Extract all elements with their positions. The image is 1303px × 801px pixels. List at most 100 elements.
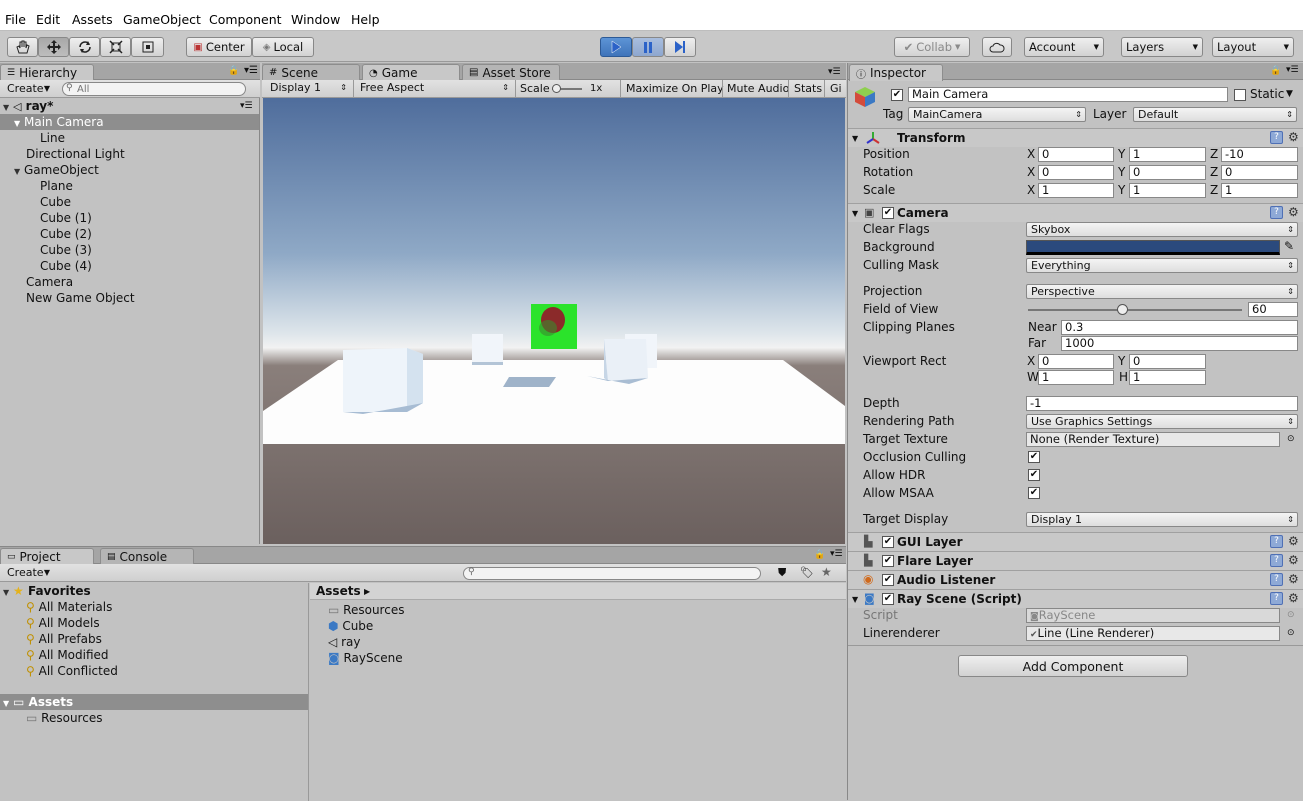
hierarchy-item-cube-2[interactable]: Cube (2) (40, 226, 92, 242)
favorite-star-icon[interactable]: ★ (821, 565, 832, 579)
ray-scene-header[interactable]: ▼ ◙ ✔ Ray Scene (Script) (848, 589, 1303, 608)
tab-project[interactable]: ▭ Project (0, 548, 94, 565)
hierarchy-item-camera[interactable]: Camera (26, 274, 73, 290)
add-component-button[interactable]: Add Component (958, 655, 1188, 677)
collab-dropdown[interactable]: ✔ Collab ▼ (894, 37, 970, 57)
hierarchy-search-input[interactable] (62, 82, 246, 96)
expand-arrow-icon[interactable]: ▼ (852, 131, 858, 146)
hierarchy-create-dropdown[interactable]: Create ▼ (3, 82, 53, 97)
occlusion-culling-checkbox[interactable]: ✔ (1028, 451, 1040, 463)
help-book-icon[interactable]: ? (1270, 554, 1283, 567)
pivot-center-button[interactable]: ▣ Center (186, 37, 252, 57)
scale-z-field[interactable]: 1 (1221, 183, 1298, 198)
hierarchy-item-directional-light[interactable]: Directional Light (26, 146, 125, 162)
gear-icon[interactable]: ⚙ (1288, 553, 1299, 567)
tab-game[interactable]: ◔ Game (362, 64, 460, 81)
viewport-y-field[interactable]: 0 (1129, 354, 1206, 369)
panel-menu-icon[interactable]: ▾☰ (828, 67, 841, 77)
target-display-dropdown[interactable]: Display 1 ⇕ (1026, 512, 1298, 527)
favorite-all-prefabs[interactable]: ⚲ All Prefabs (26, 631, 102, 647)
favorite-all-conflicted[interactable]: ⚲ All Conflicted (26, 663, 118, 679)
clear-flags-dropdown[interactable]: Skybox ⇕ (1026, 222, 1298, 237)
scale-tool-button[interactable] (100, 37, 131, 57)
layout-dropdown[interactable]: Layout ▼ (1212, 37, 1294, 57)
scene-root-row[interactable]: ▼ ◁ ray* ▾☰ (0, 98, 260, 114)
tab-hierarchy[interactable]: ☰ Hierarchy (0, 64, 94, 81)
tab-console[interactable]: ▤ Console (100, 548, 194, 564)
ray-scene-enabled-checkbox[interactable]: ✔ (882, 593, 894, 605)
object-picker-icon[interactable]: ⊙ (1287, 626, 1295, 641)
gui-layer-enabled-checkbox[interactable]: ✔ (882, 536, 894, 548)
lock-icon[interactable]: 🔒 (228, 66, 239, 76)
expand-arrow-icon[interactable]: ▼ (14, 164, 24, 180)
file-cube[interactable]: ⬢ Cube (328, 618, 373, 634)
object-active-checkbox[interactable]: ✔ (891, 89, 903, 101)
far-field[interactable]: 1000 (1061, 336, 1298, 351)
file-ray[interactable]: ◁ ray (328, 634, 360, 650)
hierarchy-item-plane[interactable]: Plane (40, 178, 73, 194)
background-color-swatch[interactable] (1026, 240, 1280, 255)
scale-y-field[interactable]: 1 (1129, 183, 1206, 198)
favorite-all-modified[interactable]: ⚲ All Modified (26, 647, 109, 663)
breadcrumb-assets[interactable]: Assets (316, 584, 361, 599)
hierarchy-item-gameobject[interactable]: ▼ GameObject (14, 162, 99, 178)
position-y-field[interactable]: 1 (1129, 147, 1206, 162)
menu-help[interactable]: Help (351, 12, 380, 27)
rendering-path-dropdown[interactable]: Use Graphics Settings ⇕ (1026, 414, 1298, 429)
filter-type-icon[interactable]: ⛊ (778, 566, 786, 580)
hand-tool-button[interactable] (7, 37, 38, 57)
hierarchy-item-cube[interactable]: Cube (40, 194, 71, 210)
expand-arrow-icon[interactable]: ▼ (852, 592, 858, 607)
scene-menu-icon[interactable]: ▾☰ (240, 98, 253, 114)
expand-arrow-icon[interactable]: ▼ (3, 696, 13, 712)
gizmos-dropdown[interactable]: Gi (830, 81, 844, 96)
hierarchy-item-line[interactable]: Line (40, 130, 65, 146)
panel-menu-icon[interactable]: ▾☰ (1286, 65, 1299, 75)
project-search-input[interactable] (463, 567, 761, 580)
rotation-z-field[interactable]: 0 (1221, 165, 1298, 180)
object-picker-icon[interactable]: ⊙ (1287, 432, 1295, 447)
file-rayscene[interactable]: ◙ RayScene (328, 650, 403, 666)
aspect-dropdown[interactable]: Free Aspect ⇕ (356, 81, 512, 96)
depth-field[interactable]: -1 (1026, 396, 1298, 411)
scale-slider-thumb[interactable] (552, 84, 561, 93)
static-checkbox[interactable] (1234, 89, 1246, 101)
favorite-all-materials[interactable]: ⚲ All Materials (26, 599, 112, 615)
menu-edit[interactable]: Edit (36, 12, 60, 27)
rotation-x-field[interactable]: 0 (1038, 165, 1114, 180)
viewport-x-field[interactable]: 0 (1038, 354, 1114, 369)
audio-listener-header[interactable]: ◉ ✔ Audio Listener (848, 570, 1303, 589)
gear-icon[interactable]: ⚙ (1288, 130, 1299, 144)
audio-listener-enabled-checkbox[interactable]: ✔ (882, 574, 894, 586)
position-z-field[interactable]: -10 (1221, 147, 1298, 162)
eyedropper-icon[interactable]: ✎ (1284, 239, 1294, 254)
flare-layer-enabled-checkbox[interactable]: ✔ (882, 555, 894, 567)
gear-icon[interactable]: ⚙ (1288, 572, 1299, 586)
transform-header[interactable]: ▼ Transform (848, 128, 1303, 147)
menu-file[interactable]: File (5, 12, 26, 27)
account-dropdown[interactable]: Account ▼ (1024, 37, 1104, 57)
favorite-all-models[interactable]: ⚲ All Models (26, 615, 100, 631)
gear-icon[interactable]: ⚙ (1288, 591, 1299, 605)
game-viewport[interactable] (263, 98, 845, 544)
file-resources[interactable]: ▭ Resources (328, 602, 404, 618)
tab-inspector[interactable]: ⓘ Inspector (849, 64, 943, 81)
step-button[interactable] (664, 37, 696, 57)
rotate-tool-button[interactable] (69, 37, 100, 57)
move-tool-button[interactable] (38, 37, 69, 57)
help-book-icon[interactable]: ? (1270, 535, 1283, 548)
hierarchy-item-new-game-object[interactable]: New Game Object (26, 290, 135, 306)
camera-enabled-checkbox[interactable]: ✔ (882, 207, 894, 219)
projection-dropdown[interactable]: Perspective ⇕ (1026, 284, 1298, 299)
expand-arrow-icon[interactable]: ▼ (852, 206, 858, 221)
resources-folder-row[interactable]: ▭ Resources (26, 710, 102, 726)
gear-icon[interactable]: ⚙ (1288, 534, 1299, 548)
target-texture-field[interactable]: None (Render Texture) (1026, 432, 1280, 447)
hierarchy-item-cube-4[interactable]: Cube (4) (40, 258, 92, 274)
object-name-field[interactable]: Main Camera (908, 87, 1228, 102)
help-book-icon[interactable]: ? (1270, 206, 1283, 219)
lock-icon[interactable]: 🔒 (1270, 66, 1281, 76)
layers-dropdown[interactable]: Layers ▼ (1121, 37, 1203, 57)
static-dropdown-arrow-icon[interactable]: ▼ (1286, 87, 1293, 102)
play-button[interactable] (600, 37, 632, 57)
